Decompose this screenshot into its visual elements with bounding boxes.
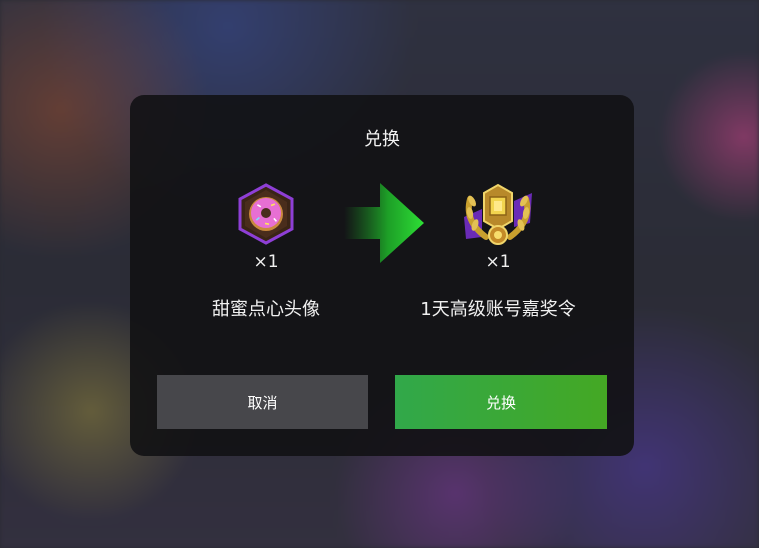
cancel-button[interactable]: 取消 xyxy=(157,375,368,429)
target-item-count: ×1 xyxy=(485,252,511,272)
source-item-name: 甜蜜点心头像 xyxy=(212,299,320,320)
exchange-confirm-button[interactable]: 兑换 xyxy=(395,375,607,429)
exchange-dialog: 兑换 ×1 甜蜜点心头像 ×1 1天高级账号嘉奖令 取消 兑换 xyxy=(130,95,634,456)
cancel-button-label: 取消 xyxy=(247,393,278,412)
premium-laurel-badge-icon xyxy=(460,179,536,253)
source-item-count: ×1 xyxy=(253,252,279,272)
target-item-name: 1天高级账号嘉奖令 xyxy=(420,299,576,320)
donut-avatar-icon xyxy=(236,183,296,249)
confirm-button-label: 兑换 xyxy=(485,393,516,412)
exchange-arrow-icon xyxy=(344,183,426,267)
dialog-title: 兑换 xyxy=(364,129,400,150)
